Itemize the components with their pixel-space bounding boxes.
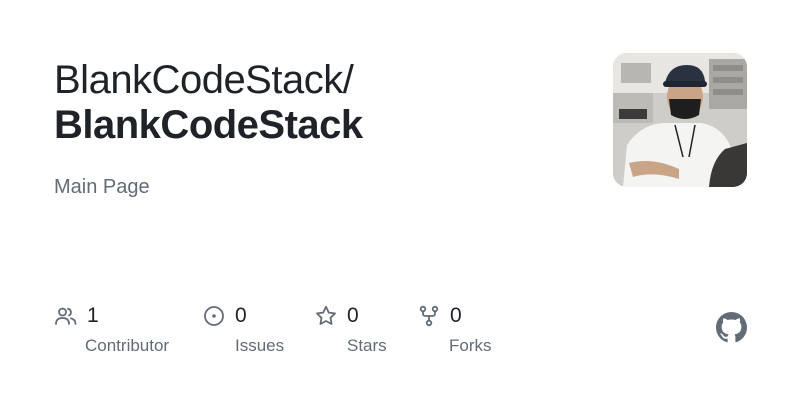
stat-contributors-value: 1 [87,304,99,327]
people-icon [54,304,78,328]
github-icon[interactable] [716,312,747,343]
star-icon [314,304,338,328]
issue-icon [202,304,226,328]
stat-issues-value: 0 [235,304,247,327]
repo-description: Main Page [54,176,150,198]
stat-issues[interactable]: 0 Issues [202,300,284,356]
stat-contributors-label: Contributor [85,336,170,355]
stat-forks-value: 0 [450,304,462,327]
stat-stars-value: 0 [347,304,359,327]
stat-stars-label: Stars [347,336,387,355]
avatar-photo [613,53,747,187]
stat-forks[interactable]: 0 Forks [417,300,492,356]
repo-stats: 1 Contributor 0 Issues 0 Stars 0 Forks [0,300,800,370]
stat-forks-label: Forks [449,336,492,355]
repo-title: BlankCodeStack/ BlankCodeStack [54,58,363,148]
stat-stars[interactable]: 0 Stars [314,300,387,356]
avatar [613,53,747,187]
repo-name[interactable]: BlankCodeStack [54,103,363,148]
stat-issues-label: Issues [235,336,285,355]
repo-owner[interactable]: BlankCodeStack/ [54,58,363,103]
fork-icon [417,304,441,328]
stat-contributors[interactable]: 1 Contributor [54,300,169,356]
